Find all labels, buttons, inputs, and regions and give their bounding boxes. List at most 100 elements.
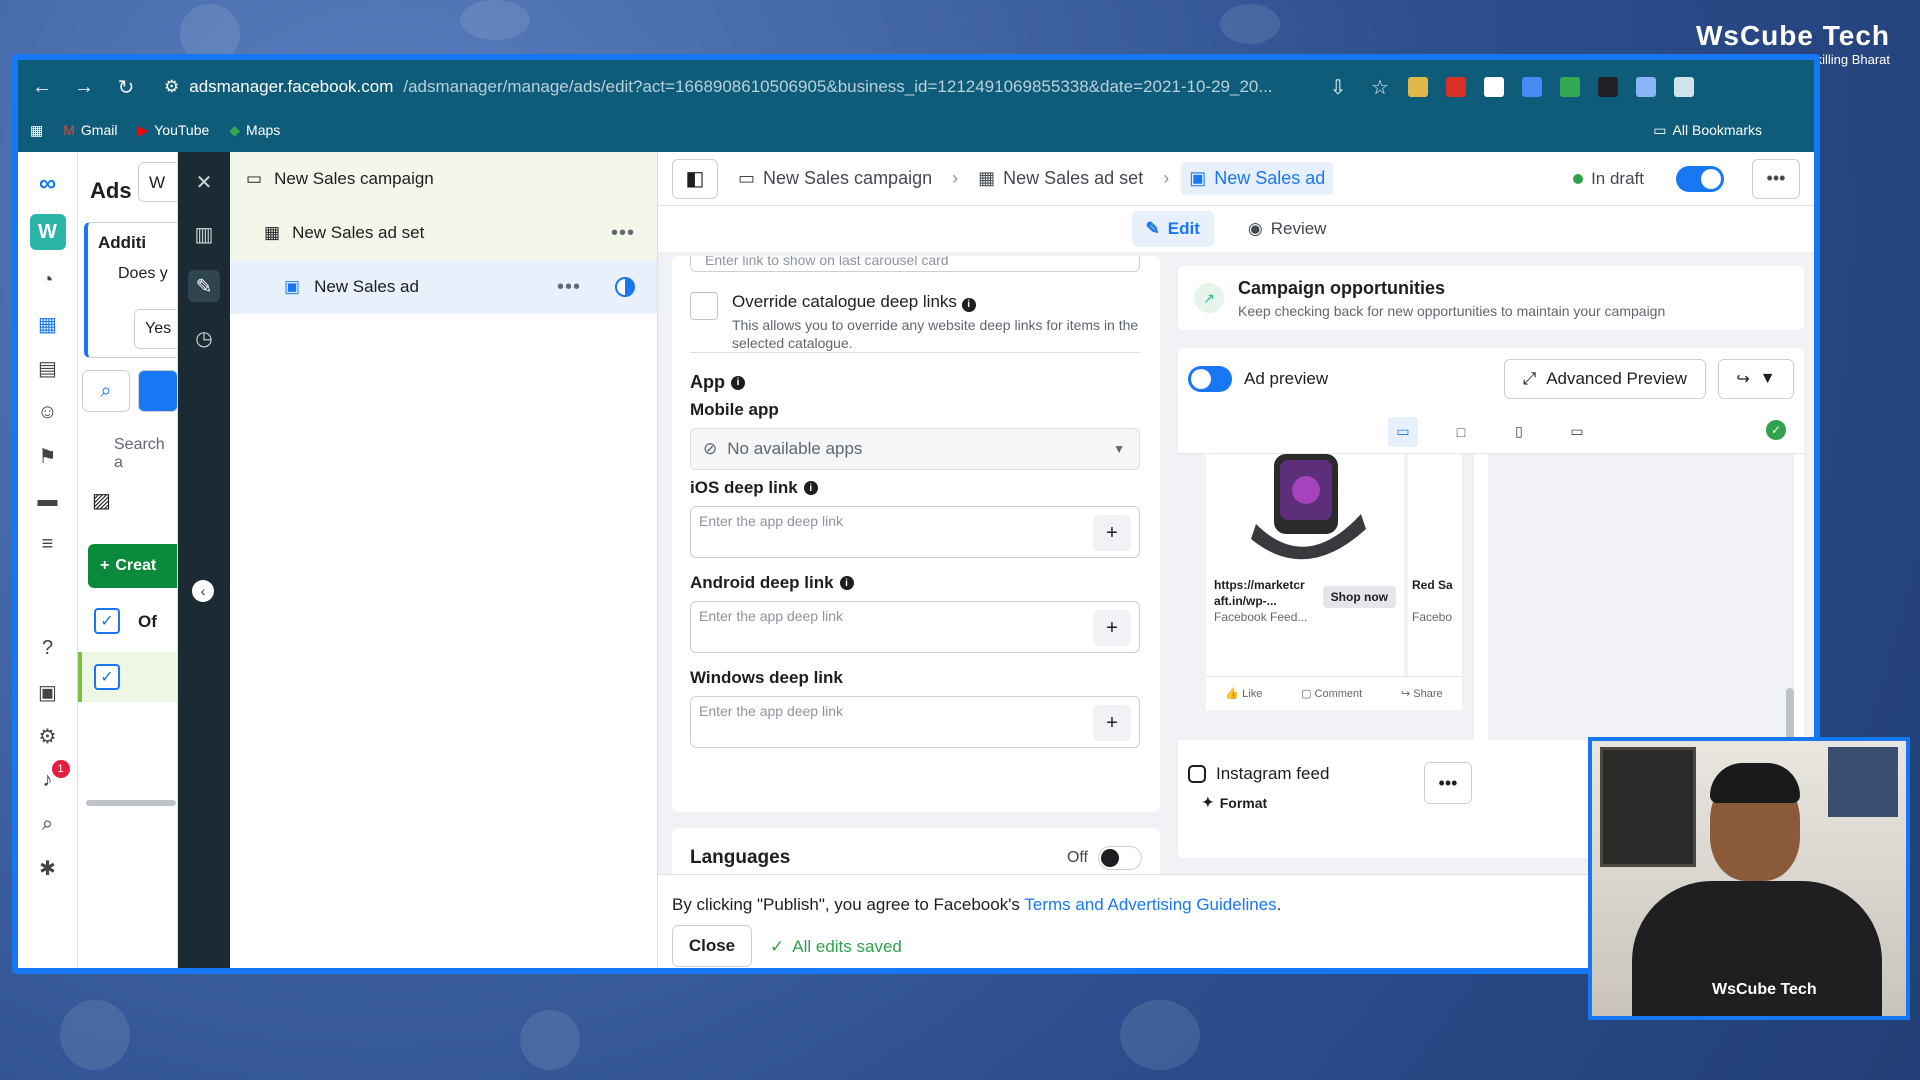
horizontal-scrollbar[interactable] [86, 800, 176, 806]
forward-icon[interactable]: → [70, 73, 98, 101]
apps-grid-icon[interactable]: ▦ [30, 122, 43, 139]
info-icon[interactable]: i [731, 375, 745, 390]
override-checkbox[interactable] [690, 292, 718, 320]
history-clock-icon[interactable]: ◷ [188, 322, 220, 354]
multi-device-icon[interactable]: ▭ [1388, 416, 1418, 447]
menu-icon[interactable]: ≡ [34, 530, 62, 558]
reload-icon[interactable]: ↻ [112, 73, 140, 101]
presenter-body [1632, 881, 1882, 1016]
windows-deep-link-input[interactable] [699, 703, 1079, 719]
workspace-avatar[interactable]: W [29, 214, 66, 250]
settings-gear-icon[interactable]: ⚙ [34, 722, 62, 750]
bookmark-youtube[interactable]: ▶ YouTube [137, 122, 209, 139]
info-icon[interactable]: i [839, 576, 854, 590]
help-icon[interactable]: ? [34, 634, 62, 662]
tree-item-campaign[interactable]: ▭ New Sales campaign [230, 152, 657, 206]
yes-button[interactable]: Yes [134, 309, 177, 349]
carousel-card-next[interactable]: Red Sa Facebo [1408, 454, 1462, 676]
share-action[interactable]: ↪ Share [1401, 687, 1443, 700]
bookmark-star-icon[interactable]: ☆ [1366, 73, 1394, 101]
shop-now-button[interactable]: Shop now [1322, 586, 1396, 608]
collapse-chevron-icon[interactable]: ‹ [192, 580, 214, 602]
more-options-icon[interactable]: ••• [611, 222, 635, 245]
ads-table-icon[interactable]: ▦ [34, 310, 62, 338]
ad-form-section: Enter link to show on last carousel card… [672, 256, 1160, 812]
breadcrumb-ad[interactable]: ▣ New Sales ad [1181, 162, 1334, 195]
notifications-bell-icon[interactable]: ♪ 1 [34, 760, 70, 794]
sidebar-toggle-icon[interactable]: ◧ [672, 158, 718, 199]
bug-report-icon[interactable]: ✱ [34, 854, 62, 882]
megaphone-icon[interactable]: ⚑ [34, 442, 62, 470]
secondary-preview [1488, 454, 1794, 740]
mobile-app-select[interactable]: ⊘ No available apps ▼ [690, 428, 1140, 470]
install-icon[interactable]: ⇩ [1324, 73, 1352, 101]
extension-icon[interactable] [1484, 77, 1504, 97]
bookmark-maps[interactable]: ◆ Maps [229, 122, 280, 139]
more-options-icon[interactable]: ••• [557, 276, 581, 299]
terms-link[interactable]: Terms and Advertising Guidelines [1024, 895, 1276, 914]
pages-icon[interactable]: ▤ [34, 354, 62, 382]
close-icon[interactable]: ✕ [188, 166, 220, 198]
like-action[interactable]: 👍 Like [1225, 687, 1262, 700]
breadcrumb-campaign[interactable]: ▭ New Sales campaign [730, 162, 940, 195]
audience-icon[interactable]: ☺ [34, 398, 62, 426]
extension-icon[interactable] [1636, 77, 1656, 97]
breadcrumb-adset[interactable]: ▦ New Sales ad set [970, 162, 1151, 195]
square-view-icon[interactable]: □ [1446, 417, 1476, 447]
row-checkbox[interactable]: ✓ [94, 608, 120, 634]
site-settings-icon[interactable]: ⚙ [164, 77, 179, 97]
billing-icon[interactable]: ▬ [34, 486, 62, 514]
account-tab-label: W [149, 173, 166, 192]
chart-icon[interactable]: ▥ [188, 218, 220, 250]
bookmark-label: Maps [246, 122, 281, 138]
puzzle-icon[interactable] [1674, 77, 1694, 97]
comment-action[interactable]: ▢ Comment [1301, 687, 1362, 700]
tab-review[interactable]: ◉ Review [1234, 211, 1341, 247]
carousel-card[interactable]: https://marketcr aft.in/wp-... Shop now … [1206, 454, 1404, 676]
search-button[interactable]: ⌕ [82, 370, 130, 412]
horizontal-view-icon[interactable]: ▭ [1562, 417, 1592, 447]
ad-preview-toggle[interactable] [1188, 366, 1232, 392]
create-button[interactable]: + Creat [88, 544, 177, 588]
extension-icon[interactable] [1408, 77, 1428, 97]
ad-on-off-toggle[interactable] [1676, 165, 1724, 192]
dashboard-icon[interactable]: ◔ [34, 266, 62, 294]
all-bookmarks[interactable]: ▭ All Bookmarks [1653, 122, 1762, 139]
extension-icon[interactable] [1446, 77, 1466, 97]
extension-icon[interactable] [1522, 77, 1542, 97]
view-toggle[interactable] [138, 370, 177, 412]
image-folder-icon[interactable]: ▨ [92, 488, 111, 513]
news-icon[interactable]: ▣ [34, 678, 62, 706]
edit-pencil-icon[interactable]: ✎ [188, 270, 220, 302]
bookmark-gmail[interactable]: M Gmail [63, 122, 117, 138]
tree-item-adset[interactable]: ▦ New Sales ad set ••• [230, 206, 657, 260]
row-checkbox[interactable]: ✓ [94, 664, 120, 690]
extension-icon[interactable] [1560, 77, 1580, 97]
ios-deep-link-input[interactable] [699, 513, 1079, 529]
account-tab[interactable]: W [138, 162, 177, 202]
last-card-link-input[interactable]: Enter link to show on last carousel card [690, 256, 1140, 272]
tab-edit[interactable]: ✎ Edit [1131, 211, 1214, 247]
android-deep-link-input[interactable] [699, 608, 1079, 624]
add-ios-link-button[interactable]: + [1093, 515, 1131, 551]
tree-item-ad[interactable]: ▣ New Sales ad ••• [230, 260, 657, 314]
instagram-more-button[interactable]: ••• [1424, 762, 1472, 804]
advanced-preview-button[interactable]: ⤢ Advanced Preview [1503, 359, 1706, 399]
close-button[interactable]: Close [672, 925, 752, 967]
address-bar[interactable]: ⚙ adsmanager.facebook.com/adsmanager/man… [154, 69, 1310, 105]
back-icon[interactable]: ← [28, 73, 56, 101]
more-options-button[interactable]: ••• [1752, 158, 1800, 199]
info-icon[interactable]: i [803, 481, 818, 495]
add-windows-link-button[interactable]: + [1093, 705, 1131, 741]
add-android-link-button[interactable]: + [1093, 610, 1131, 646]
share-preview-button[interactable]: ↪ ▼ [1718, 359, 1794, 399]
comment-label: Comment [1314, 688, 1363, 700]
meta-logo-icon[interactable]: ∞ [34, 170, 62, 198]
vertical-view-icon[interactable]: ▯ [1504, 417, 1534, 447]
search-field[interactable]: Search a [114, 436, 177, 472]
extension-icon[interactable] [1598, 77, 1618, 97]
languages-toggle[interactable] [1098, 846, 1142, 870]
info-icon[interactable]: i [961, 297, 976, 312]
search-icon[interactable]: ⌕ [34, 810, 62, 838]
campaign-opportunities[interactable]: ↗ Campaign opportunities Keep checking b… [1178, 266, 1804, 330]
